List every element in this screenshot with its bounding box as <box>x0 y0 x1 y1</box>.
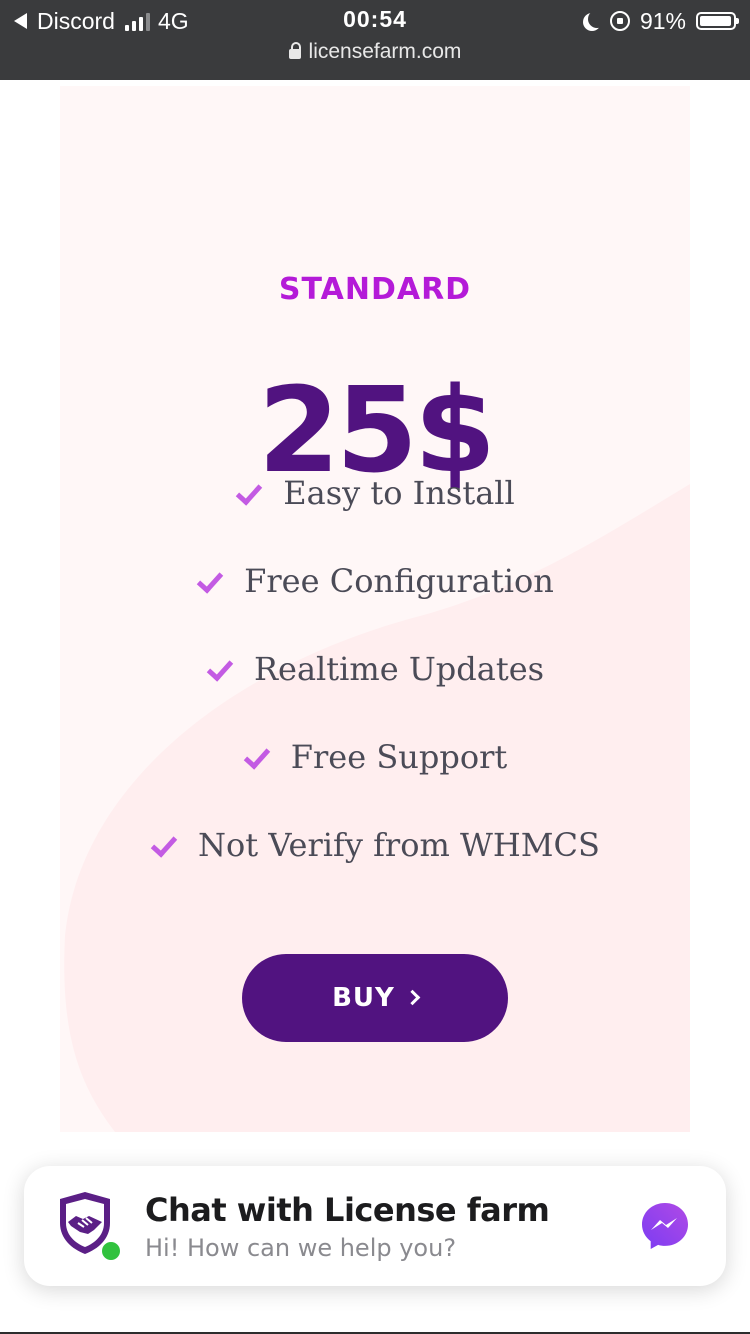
feature-label: Free Configuration <box>244 562 554 600</box>
chat-subtitle: Hi! How can we help you? <box>145 1234 457 1262</box>
checkmark-icon <box>235 482 263 504</box>
checkmark-icon <box>206 658 234 680</box>
battery-percent: 91% <box>639 7 686 34</box>
url-bar[interactable]: licensefarm.com <box>0 40 750 64</box>
lock-icon <box>288 42 301 59</box>
messenger-icon[interactable] <box>640 1201 690 1251</box>
feature-label: Realtime Updates <box>253 650 545 688</box>
chat-widget[interactable]: Chat with License farm Hi! How can we he… <box>24 1166 726 1286</box>
checkmark-icon <box>243 746 271 768</box>
status-bar: Discord 4G 00:54 91% licensefarm.com <box>0 0 750 80</box>
rotation-lock-icon <box>609 11 630 31</box>
plan-name: STANDARD <box>278 272 472 307</box>
feature-item: Not Verify from WHMCS <box>60 825 690 865</box>
feature-label: Easy to Install <box>283 474 515 512</box>
checkmark-icon <box>150 834 178 856</box>
online-status-dot <box>100 1240 122 1262</box>
buy-button[interactable]: BUY <box>242 954 508 1042</box>
battery-icon <box>696 12 739 30</box>
moon-icon <box>588 10 606 28</box>
feature-item: Easy to Install <box>60 473 690 513</box>
feature-item: Realtime Updates <box>60 649 690 689</box>
buy-label: BUY <box>332 983 395 1013</box>
chevron-right-icon <box>404 989 421 1005</box>
url-text: licensefarm.com <box>308 40 462 63</box>
feature-label: Free Support <box>290 738 508 776</box>
feature-label: Not Verify from WHMCS <box>198 826 600 864</box>
feature-item: Free Configuration <box>60 561 690 601</box>
checkmark-icon <box>196 570 224 592</box>
chat-title: Chat with License farm <box>145 1191 550 1229</box>
feature-item: Free Support <box>60 737 690 777</box>
status-icons: 91% <box>582 6 739 36</box>
